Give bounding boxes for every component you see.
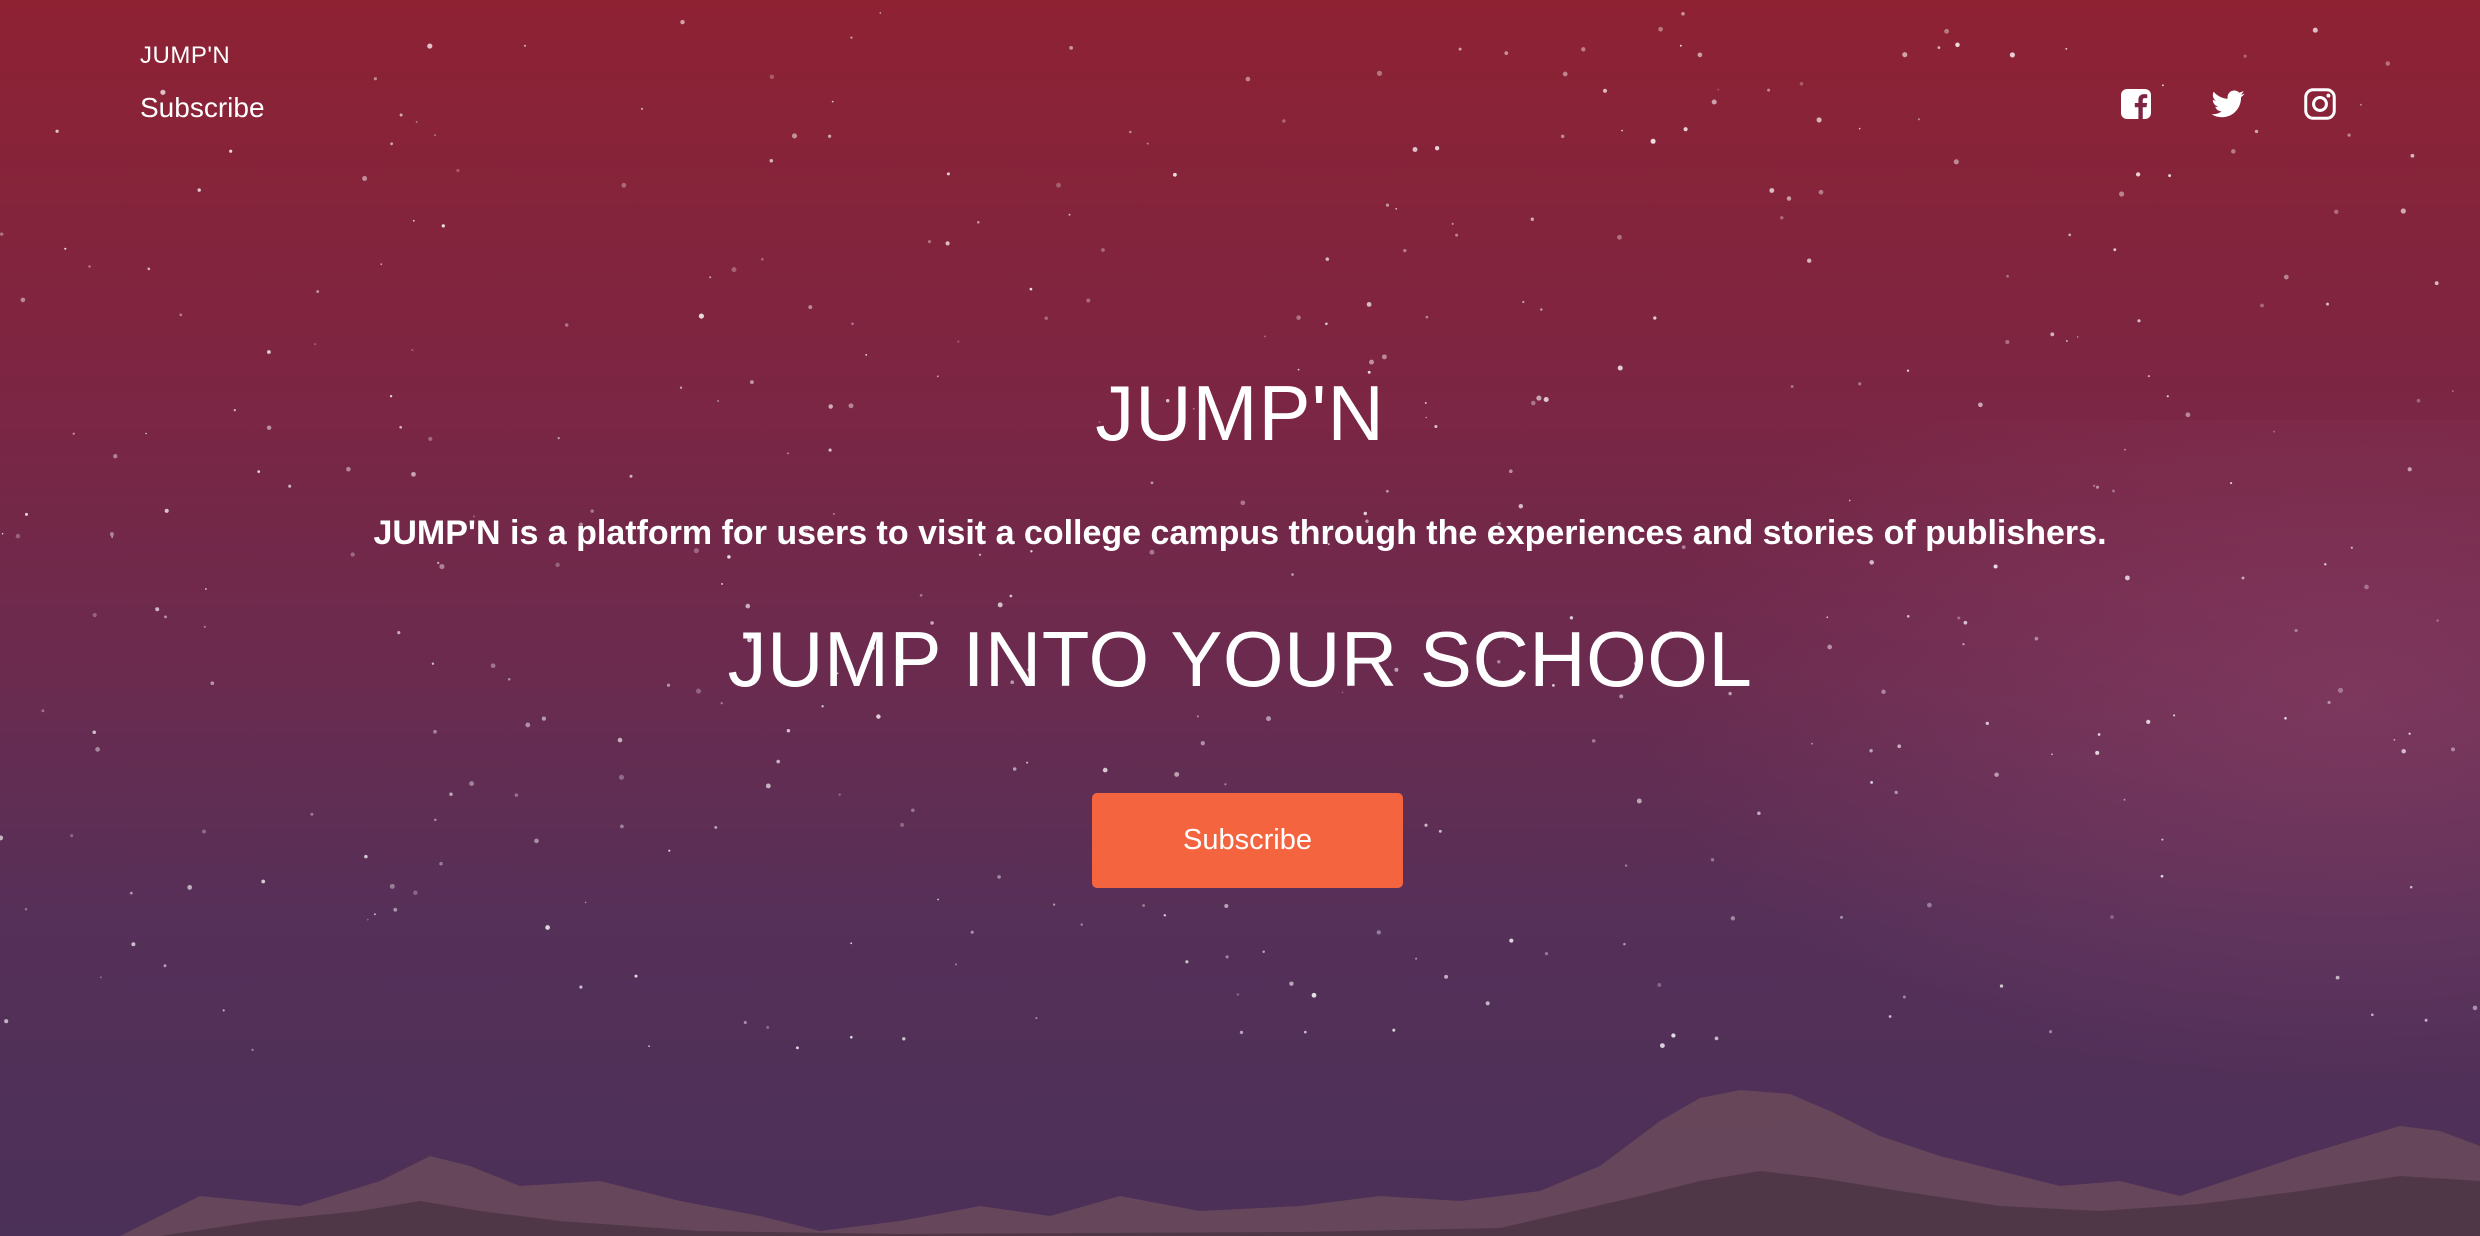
brand-logo-link[interactable]: JUMP'N	[140, 42, 265, 70]
mountain-silhouette	[0, 1090, 2480, 1236]
hero-tagline: JUMP INTO YOUR SCHOOL	[727, 615, 1753, 703]
hero-title: JUMP'N	[1095, 369, 1385, 457]
instagram-icon	[2304, 88, 2336, 120]
header-nav: JUMP'N Subscribe	[140, 42, 265, 124]
nav-subscribe-link[interactable]: Subscribe	[140, 92, 265, 124]
instagram-link[interactable]	[2302, 86, 2338, 122]
subscribe-button[interactable]: Subscribe	[1092, 793, 1403, 888]
hero-description: JUMP'N is a platform for users to visit …	[373, 514, 2107, 552]
twitter-icon	[2211, 90, 2245, 118]
facebook-link[interactable]	[2118, 86, 2154, 122]
twitter-link[interactable]	[2210, 86, 2246, 122]
facebook-icon	[2121, 89, 2151, 119]
social-links	[2118, 86, 2338, 122]
page: JUMP'N Subscribe JUMP'N JUMP'N is a plat…	[0, 0, 2480, 1236]
